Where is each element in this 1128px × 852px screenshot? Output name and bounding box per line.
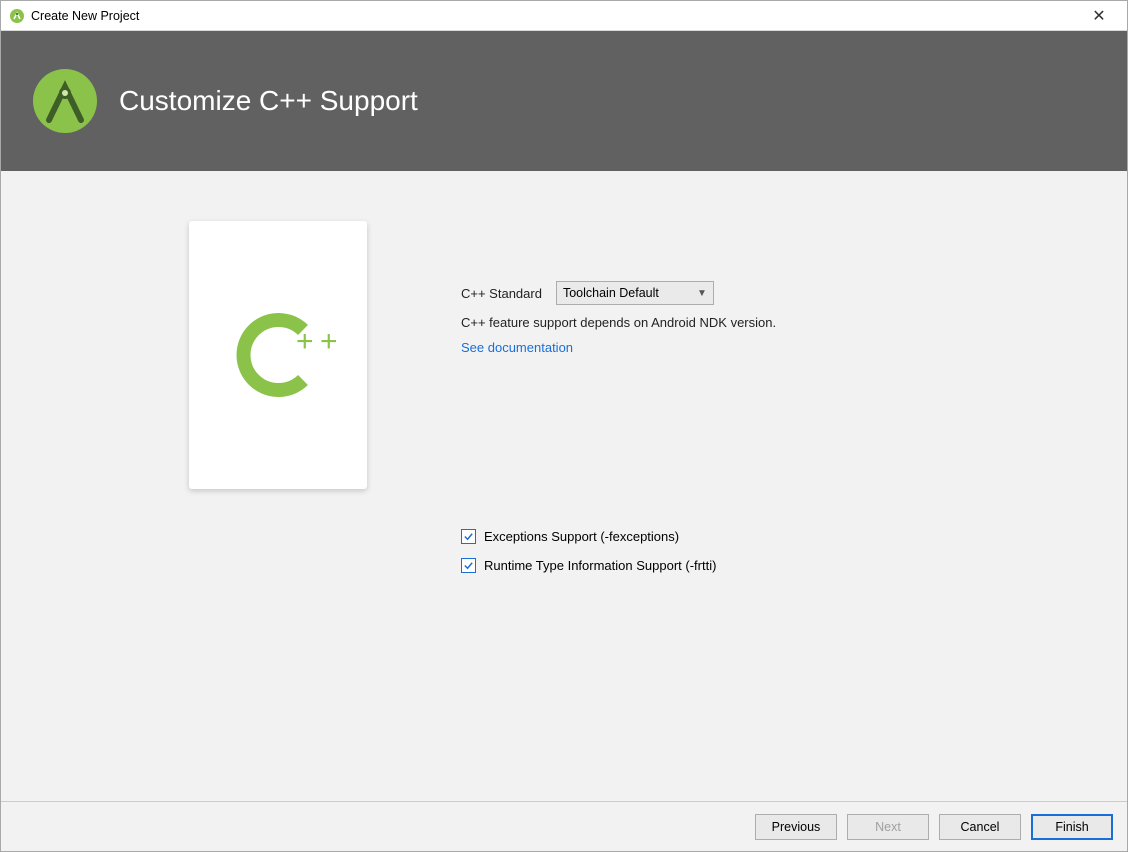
next-button: Next xyxy=(847,814,929,840)
cpp-standard-label: C++ Standard xyxy=(461,286,542,301)
checkbox-group: Exceptions Support (-fexceptions) Runtim… xyxy=(461,529,716,587)
dialog-window: Create New Project ✕ Customize C++ Suppo… xyxy=(0,0,1128,852)
rtti-checkbox[interactable] xyxy=(461,558,476,573)
cpp-logo-icon: + + xyxy=(228,305,328,405)
title-bar: Create New Project ✕ xyxy=(1,1,1127,31)
android-studio-icon xyxy=(9,8,25,24)
cpp-standard-select[interactable]: Toolchain Default ▼ xyxy=(556,281,714,305)
android-studio-big-icon xyxy=(29,65,101,137)
banner: Customize C++ Support xyxy=(1,31,1127,171)
cpp-standard-value: Toolchain Default xyxy=(563,286,659,300)
exceptions-label: Exceptions Support (-fexceptions) xyxy=(484,529,679,544)
cancel-button[interactable]: Cancel xyxy=(939,814,1021,840)
close-button[interactable]: ✕ xyxy=(1079,6,1119,26)
button-bar: Previous Next Cancel Finish xyxy=(1,801,1127,851)
content-area: + + C++ Standard Toolchain Default ▼ C++… xyxy=(1,171,1127,801)
cpp-card: + + xyxy=(189,221,367,489)
form-column: C++ Standard Toolchain Default ▼ C++ fea… xyxy=(461,221,776,489)
rtti-label: Runtime Type Information Support (-frtti… xyxy=(484,558,716,573)
window-title: Create New Project xyxy=(31,9,1079,23)
finish-button[interactable]: Finish xyxy=(1031,814,1113,840)
previous-button[interactable]: Previous xyxy=(755,814,837,840)
see-documentation-link[interactable]: See documentation xyxy=(461,340,776,355)
cpp-standard-hint: C++ feature support depends on Android N… xyxy=(461,315,776,330)
page-heading: Customize C++ Support xyxy=(119,85,418,117)
chevron-down-icon: ▼ xyxy=(697,288,707,299)
exceptions-checkbox[interactable] xyxy=(461,529,476,544)
